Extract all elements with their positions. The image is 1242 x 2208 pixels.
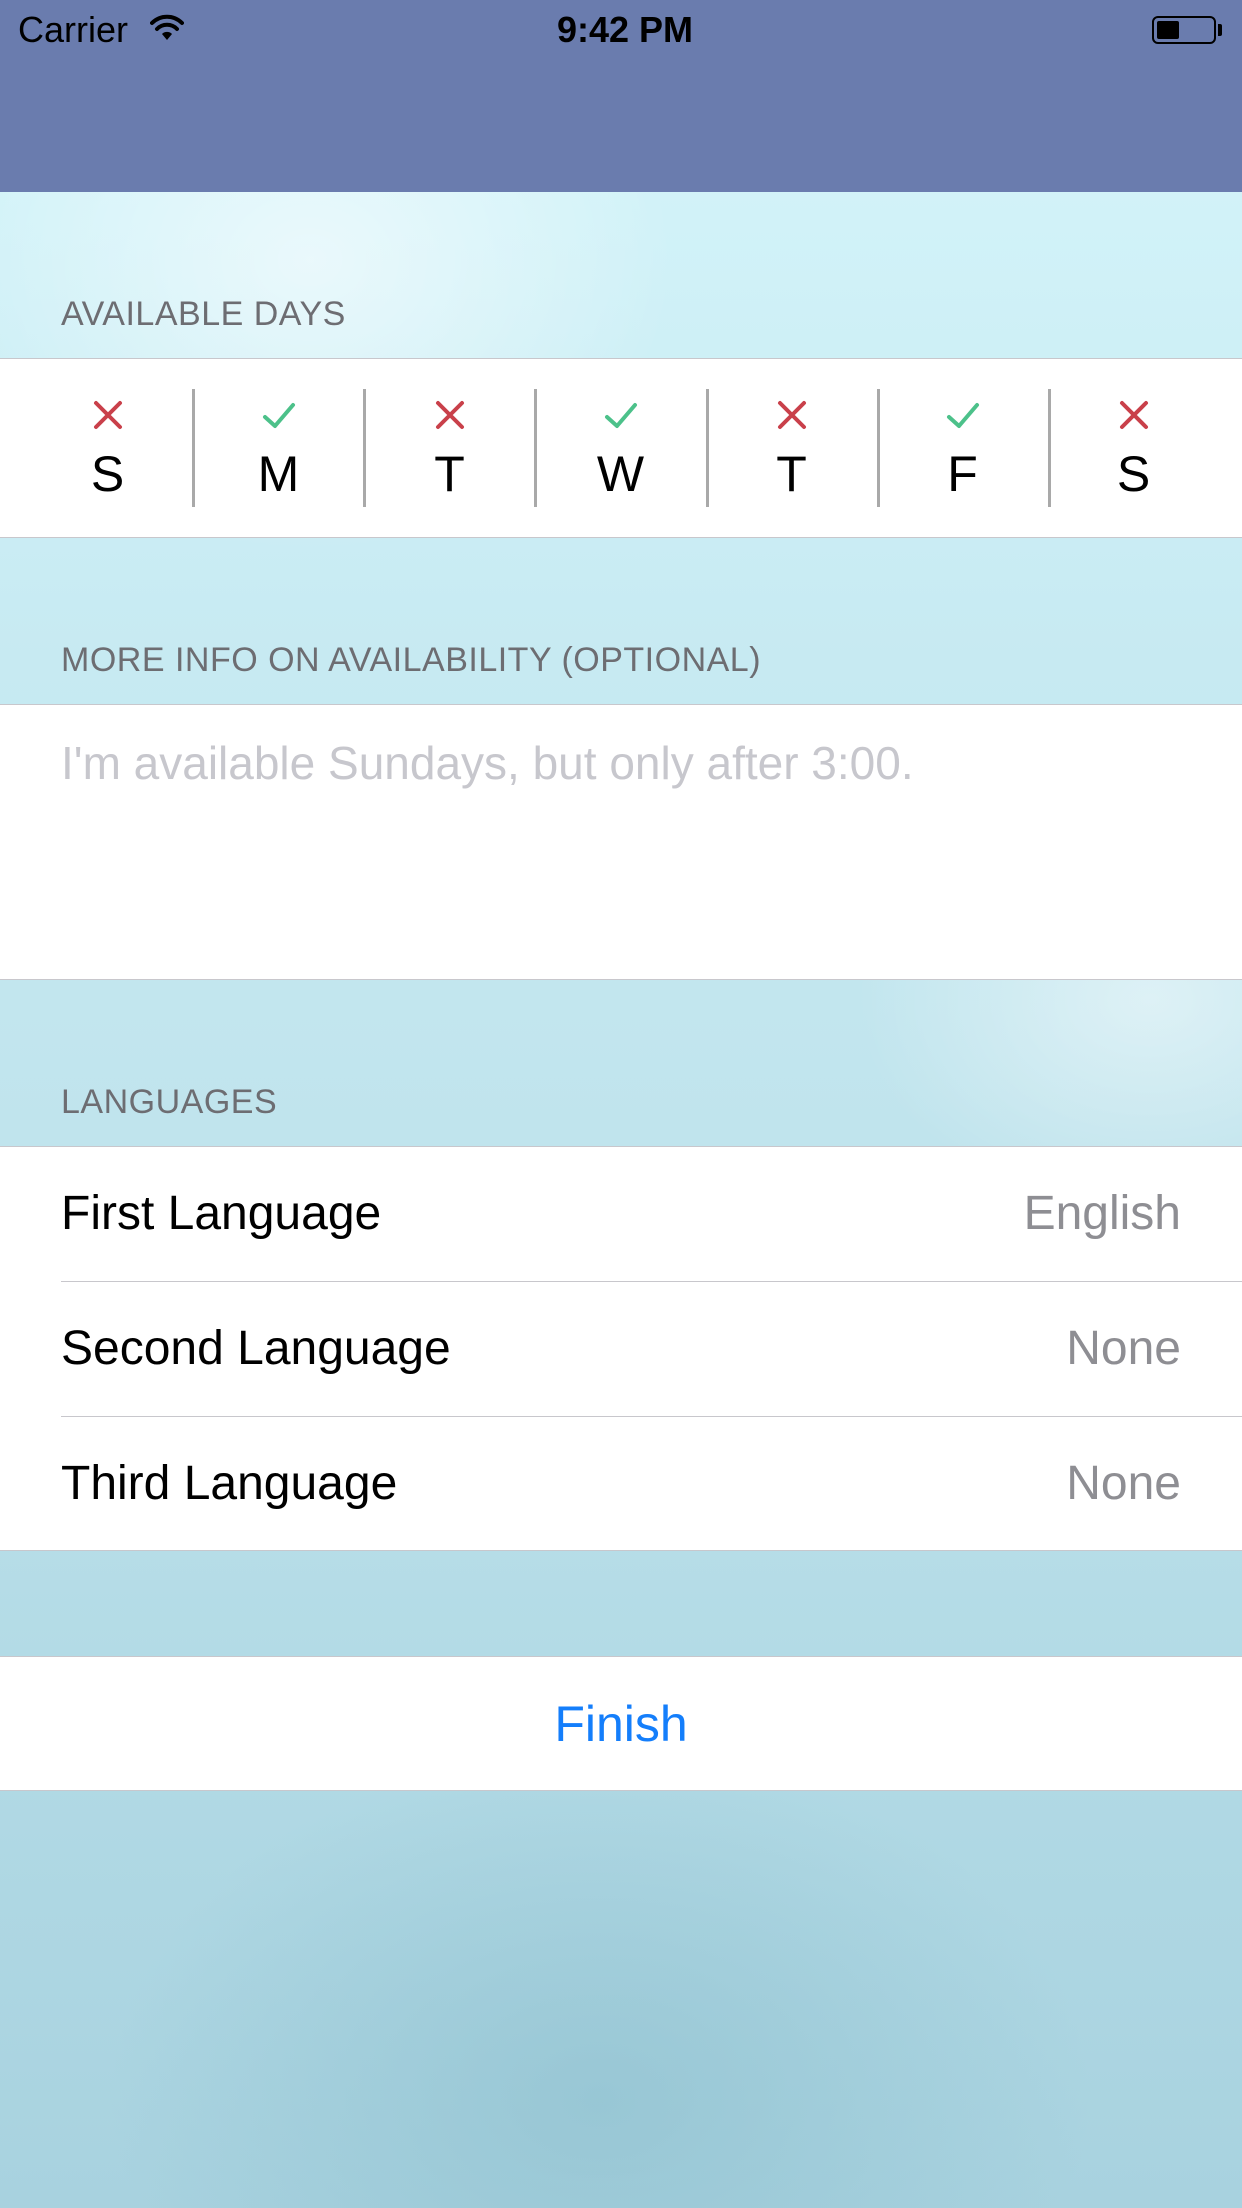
language-row-second[interactable]: Second Language None [0,1282,1242,1416]
status-time: 9:42 PM [556,9,694,50]
day-letter: S [90,446,125,502]
day-toggle-3[interactable]: W [535,359,706,537]
day-divider [363,389,366,507]
language-row-label: Third Language [61,1457,398,1510]
available-days-header: AVAILABLE DAYS [61,295,346,333]
day-letter: T [434,446,465,502]
day-toggle-2[interactable]: T [364,359,535,537]
day-divider [706,389,709,507]
language-row-value: None [1066,1322,1181,1375]
more-info-cell [0,704,1242,980]
day-divider [1048,389,1051,507]
availability-notes-input[interactable] [61,735,1211,955]
x-mark-icon [364,395,535,435]
language-row-first[interactable]: First Language English [0,1147,1242,1281]
finish-cell: Finish [0,1656,1242,1791]
status-bar: Carrier 9:42 PM [0,0,1242,192]
day-toggle-5[interactable]: F [877,359,1048,537]
x-mark-icon [22,395,193,435]
language-row-value: English [1023,1187,1181,1240]
checkmark-icon [877,395,1048,435]
more-info-header: MORE INFO ON AVAILABILITY (OPTIONAL) [61,641,762,679]
checkmark-icon [193,395,364,435]
language-row-label: First Language [61,1187,382,1240]
languages-header: LANGUAGES [61,1083,278,1121]
day-toggle-1[interactable]: M [193,359,364,537]
day-toggle-6[interactable]: S [1048,359,1219,537]
checkmark-icon [535,395,706,435]
day-divider [192,389,195,507]
language-row-value: None [1066,1457,1181,1510]
days-selector: SMTWTFS [0,358,1242,538]
x-mark-icon [1048,395,1219,435]
day-divider [534,389,537,507]
day-letter: M [257,446,300,502]
day-letter: S [1116,446,1151,502]
battery-nub [1218,24,1222,36]
day-letter: T [776,446,807,502]
day-toggle-4[interactable]: T [706,359,877,537]
languages-list: First Language English Second Language N… [0,1146,1242,1551]
battery-icon [1152,16,1216,44]
day-letter: W [596,446,645,502]
day-divider [877,389,880,507]
battery-fill [1157,21,1179,39]
day-letter: F [947,446,978,502]
day-toggle-0[interactable]: S [22,359,193,537]
language-row-third[interactable]: Third Language None [0,1417,1242,1551]
x-mark-icon [706,395,877,435]
finish-button[interactable]: Finish [0,1657,1242,1790]
language-row-label: Second Language [61,1322,451,1375]
